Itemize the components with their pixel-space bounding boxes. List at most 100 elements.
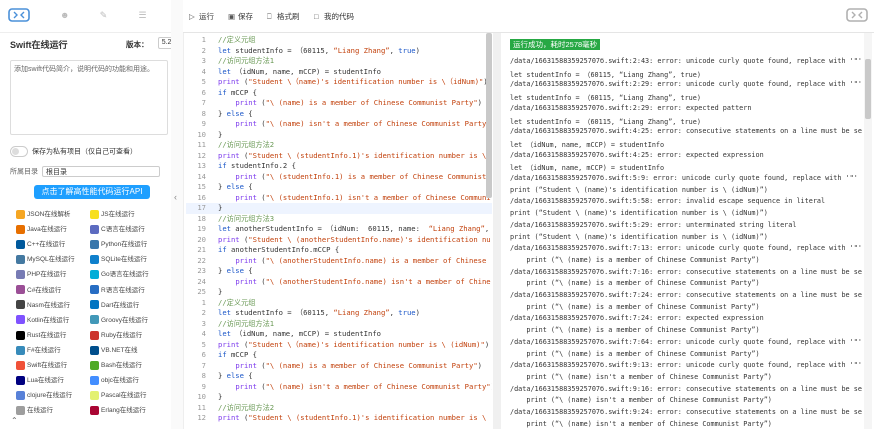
code-line[interactable]: print ("\ (name) isn't a member of Chine… [218,382,492,391]
language-link[interactable]: PHP在线运行 [16,268,92,280]
language-link[interactable]: 在线运行 [16,404,92,416]
user-icon[interactable]: ☻ [60,11,69,20]
output-scrollbar[interactable] [864,33,872,429]
directory-label: 所属目录 [10,168,38,176]
code-line[interactable]: if anotherStudentInfo.mCCP { [218,245,339,254]
language-label: C#在线运行 [27,286,62,294]
code-line[interactable]: print ("Student \（name)'s identification… [218,77,488,87]
language-link[interactable]: Bash在线运行 [90,359,166,371]
language-link[interactable]: C#在线运行 [16,284,92,296]
language-link[interactable]: Erlang在线运行 [90,404,166,416]
code-line[interactable]: } else { [218,109,253,118]
language-link[interactable]: VB.NET在线 [90,344,166,356]
code-line[interactable]: //定义元组 [218,35,255,45]
language-link[interactable]: Pascal在线运行 [90,389,166,401]
output-line: print (“\ (name) is a member of Chinese … [510,326,760,335]
collapse-up-icon[interactable]: ⌃ [11,416,18,425]
run-button[interactable]: ▷ 运行 [189,11,214,22]
language-link[interactable]: Lua在线运行 [16,374,92,386]
code-line[interactable]: let studentInfo = （60115, “Liang Zhang”,… [218,46,420,56]
language-icon [16,300,25,310]
language-link[interactable]: objc在线运行 [90,374,166,386]
line-number: 9 [201,119,206,128]
code-line[interactable]: print ("Student \ (anotherStudentInfo.na… [218,235,491,244]
language-link[interactable]: Java在线运行 [16,223,92,235]
language-link[interactable]: Rust在线运行 [16,329,92,341]
sidebar-collapse-gutter[interactable]: ‹ [171,0,184,429]
language-link[interactable]: SQLite在线运行 [90,253,166,265]
code-line[interactable]: //访问元组方法1 [218,56,274,66]
code-line[interactable]: let （idNum, name, mCCP) = studentInfo [218,329,381,339]
output-line: /data/1663158835925707б.swift:7:16: erro… [510,267,862,276]
code-line[interactable]: print ("\ (name) is a member of Chinese … [218,98,482,107]
language-link[interactable]: C语言在线运行 [90,223,166,235]
code-line[interactable]: print ("\ (studentInfo.1) is a member of… [218,172,486,181]
panel-splitter[interactable] [493,33,501,429]
code-line[interactable]: print ("Student \（name)'s identification… [218,340,489,350]
output-line: /data/1663158835925707б.swift:2:43: erro… [510,57,862,65]
edit-icon[interactable]: ✎ [99,11,108,20]
code-line[interactable]: print ("\ (anotherStudentInfo.name) is a… [218,256,486,265]
code-line[interactable]: } [218,392,222,401]
logo-icon[interactable] [8,8,30,22]
language-icon [90,390,99,400]
code-line[interactable]: } else { [218,182,253,191]
code-line[interactable]: if studentInfo.2 { [218,161,296,170]
code-line[interactable]: } else { [218,266,253,275]
code-line[interactable]: //访问元组方法3 [218,214,274,224]
code-line[interactable]: if mCCP { [218,350,257,359]
code-line[interactable]: //访问元组方法1 [218,319,274,329]
code-line[interactable]: let （idNum, name, mCCP) = studentInfo [218,67,381,77]
language-link[interactable]: MySQL在线运行 [16,253,92,265]
language-link[interactable]: Ruby在线运行 [90,329,166,341]
code-line[interactable]: //访问元组方法2 [218,403,274,413]
chevron-left-icon[interactable]: ‹ [174,192,177,202]
code-line[interactable]: let anotherStudentInfo = （idNum: 60115, … [218,224,489,234]
editor-scrollbar[interactable] [486,33,492,198]
language-link[interactable]: JS在线运行 [90,208,166,220]
list-icon[interactable]: ☰ [138,11,147,20]
language-link[interactable]: Swift在线运行 [16,359,92,371]
language-link[interactable]: Kotlin在线运行 [16,314,92,326]
save-button[interactable]: ▣ 保存 [228,11,253,22]
language-link[interactable]: Groovy在线运行 [90,314,166,326]
line-number: 9 [201,381,206,391]
language-link[interactable]: JSON在线解析 [16,208,92,220]
code-line[interactable]: print ("Student \ (studentInfo.1)'s iden… [218,413,486,422]
code-line[interactable]: print ("Student \ (studentInfo.1)'s iden… [218,151,486,160]
code-line[interactable]: } else { [218,371,253,380]
language-link[interactable]: Dart在线运行 [90,299,166,311]
language-link[interactable]: R语言在线运行 [90,284,166,296]
language-link[interactable]: Go语言在线运行 [90,268,166,280]
code-line[interactable]: print ("\ (name) is a member of Chinese … [218,361,482,370]
description-textarea[interactable]: 添加swift代码简介，说明代码的功能和用途。 [10,60,168,135]
language-link[interactable]: clojure在线运行 [16,389,92,401]
code-line[interactable]: if mCCP { [218,88,257,97]
code-line[interactable]: print ("\ (name) isn't a member of Chine… [218,119,492,128]
output-scroll-thumb[interactable] [865,59,871,119]
output-line: /data/1663158835925707б.swift:7:24: erro… [510,291,862,299]
code-line[interactable]: } [218,203,222,212]
code-editor[interactable]: 1 //定义元组 2 let studentInfo = （60115, “Liang… [186,33,492,429]
format-button[interactable]: ⎕ 格式刷 [267,11,300,22]
api-info-button[interactable]: 点击了解高性能代码运行API [34,185,150,199]
private-toggle-row[interactable]: 保存为私有项目（仅自己可查看） [10,146,137,157]
language-link[interactable]: C++在线运行 [16,238,92,250]
code-line[interactable]: } [218,287,222,296]
format-icon: ⎕ [267,12,272,21]
code-line[interactable]: } [218,130,222,139]
language-icon [16,345,25,355]
run-status-badge: 运行成功，耗时2578毫秒 [510,39,601,50]
language-icon [16,285,25,295]
code-line[interactable]: print ("\ (anotherStudentInfo.name) isn'… [218,277,490,286]
code-line[interactable]: print ("\ (studentInfo.1) isn't a member… [218,193,490,202]
language-link[interactable]: F#在线运行 [16,344,92,356]
code-line[interactable]: //访问元组方法2 [218,140,274,150]
language-link[interactable]: Python在线运行 [90,238,166,250]
code-line[interactable]: //定义元组 [218,298,255,308]
language-link[interactable]: Nasm在线运行 [16,299,92,311]
directory-select[interactable]: 根目录 [42,166,160,177]
code-line[interactable]: let studentInfo = （60115, “Liang Zhang”,… [218,308,420,318]
private-toggle[interactable] [10,146,28,157]
my-code-button[interactable]: □ 我的代码 [314,11,354,22]
